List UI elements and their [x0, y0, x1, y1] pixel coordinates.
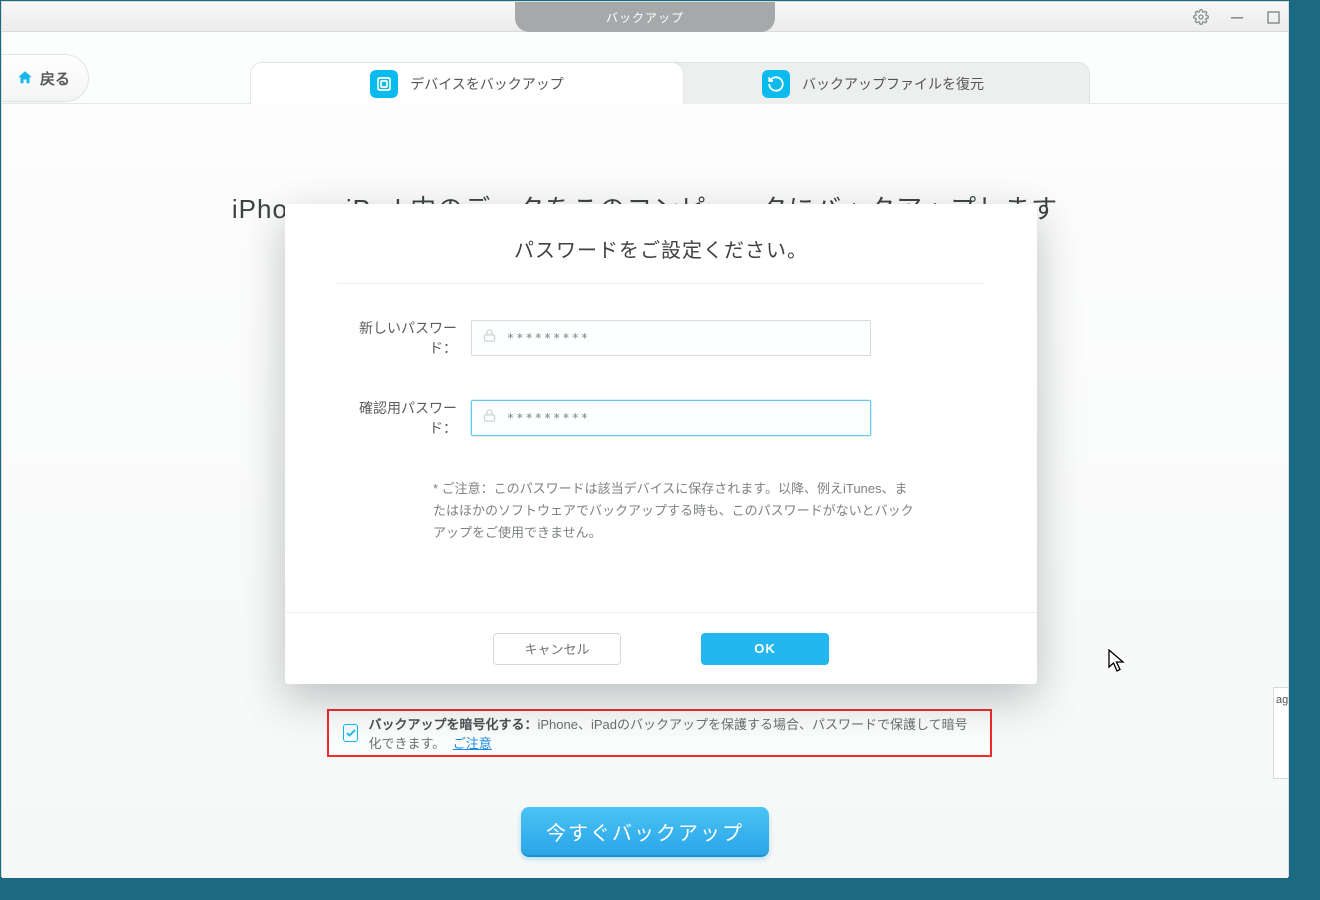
back-button[interactable]: 戻る — [2, 54, 89, 102]
encrypt-checkbox[interactable] — [343, 724, 358, 742]
confirm-password-row: 確認用パスワード： — [337, 398, 985, 438]
mouse-cursor — [1108, 649, 1126, 673]
tab-restore-label: バックアップファイルを復元 — [802, 74, 984, 94]
gear-icon — [1193, 9, 1209, 25]
window-title: バックアップ — [515, 2, 775, 32]
settings-button[interactable] — [1192, 8, 1210, 26]
encrypt-note-link[interactable]: ご注意 — [453, 736, 492, 751]
clipped-background-fragment: ag — [1273, 687, 1288, 779]
app-window: バックアップ 戻る デバイスをバックアップ — [1, 1, 1289, 877]
lock-icon — [482, 328, 497, 348]
title-bar: バックアップ — [2, 2, 1288, 32]
modal-note: * ご注意：このパスワードは該当デバイスに保存されます。以降、例えiTunes、… — [337, 478, 917, 544]
tabs: デバイスをバックアップ バックアップファイルを復元 — [250, 62, 1090, 104]
new-password-row: 新しいパスワード： — [337, 318, 985, 358]
window-controls — [1192, 2, 1282, 32]
new-password-label: 新しいパスワード： — [337, 318, 457, 358]
encrypt-option-bar: バックアップを暗号化する：iPhone、iPadのバックアップを保護する場合、パ… — [327, 709, 992, 757]
lock-icon — [482, 408, 497, 428]
minimize-icon — [1230, 10, 1244, 24]
check-icon — [345, 727, 357, 739]
main-panel: iPhone、iPad 内のデータをこのコンピュータにバックアップします バック… — [2, 104, 1288, 878]
cancel-button[interactable]: キャンセル — [493, 633, 621, 665]
restore-icon — [762, 70, 790, 98]
tab-backup[interactable]: デバイスをバックアップ — [250, 62, 684, 104]
new-password-input[interactable] — [507, 331, 860, 345]
confirm-password-label: 確認用パスワード： — [337, 398, 457, 438]
tab-restore[interactable]: バックアップファイルを復元 — [656, 62, 1090, 104]
modal-title: パスワードをご設定ください。 — [337, 234, 985, 263]
backup-now-button[interactable]: 今すぐバックアップ — [521, 807, 769, 855]
back-label: 戻る — [40, 68, 70, 89]
maximize-icon — [1267, 11, 1280, 24]
tab-backup-label: デバイスをバックアップ — [410, 74, 564, 94]
maximize-button[interactable] — [1264, 8, 1282, 26]
home-icon — [16, 69, 34, 87]
modal-divider — [337, 283, 985, 284]
backup-icon — [370, 70, 398, 98]
password-modal: パスワードをご設定ください。 新しいパスワード： 確認用パスワード： — [285, 204, 1037, 684]
ok-button[interactable]: OK — [701, 633, 829, 665]
confirm-password-input[interactable] — [507, 411, 860, 425]
minimize-button[interactable] — [1228, 8, 1246, 26]
back-button-wrap: 戻る — [2, 54, 89, 102]
confirm-password-field-wrap — [471, 400, 871, 436]
modal-footer: キャンセル OK — [285, 612, 1037, 684]
new-password-field-wrap — [471, 320, 871, 356]
encrypt-label-bold: バックアップを暗号化する： — [368, 717, 537, 732]
